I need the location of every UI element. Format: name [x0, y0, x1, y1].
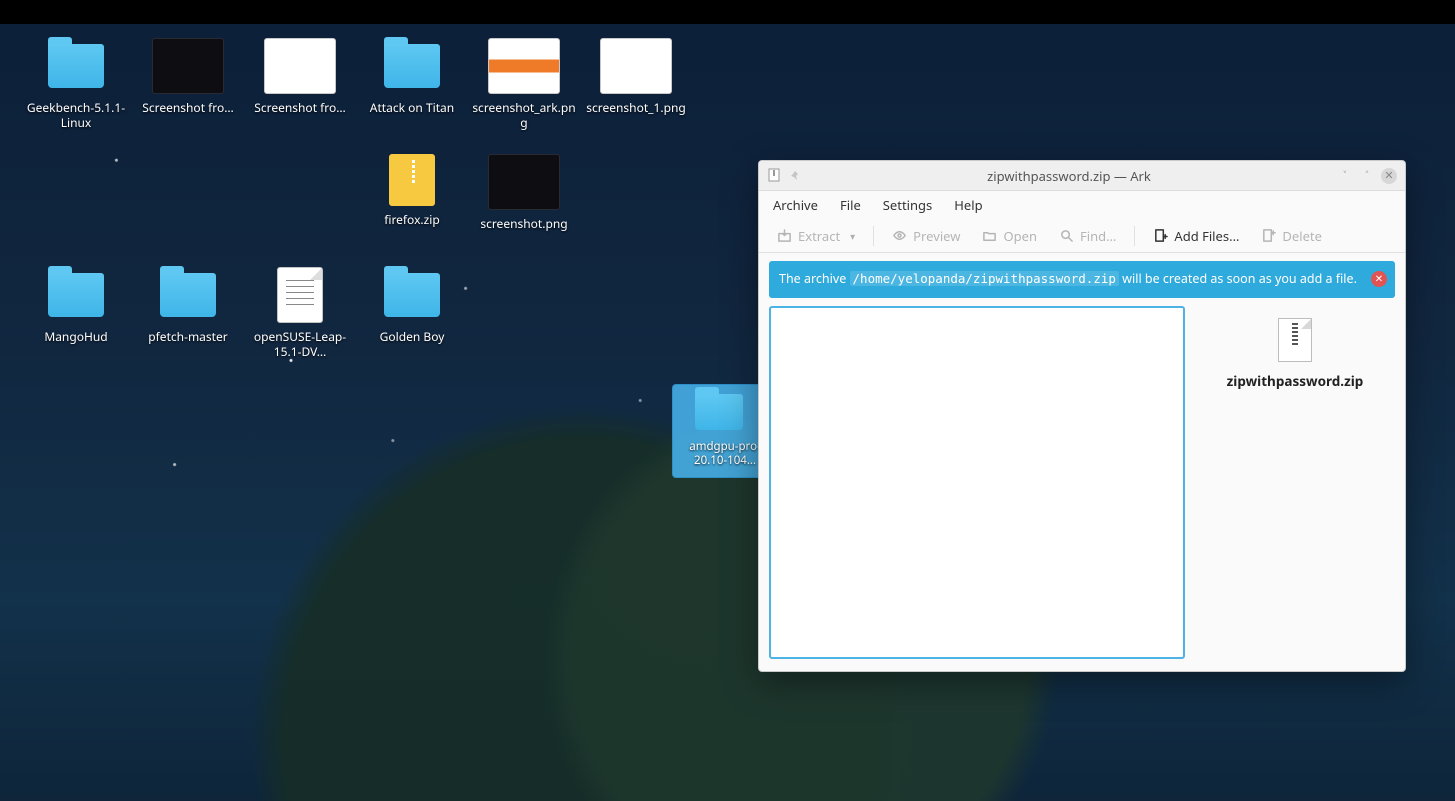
ark-titlebar[interactable]: zipwithpassword.zip — Ark ˅ ˄ ✕ [759, 161, 1405, 191]
folder-icon [376, 267, 448, 323]
info-banner: The archive /home/yelopanda/zipwithpassw… [769, 261, 1395, 298]
folder-icon [152, 267, 224, 323]
archive-content-drop-area[interactable] [769, 306, 1185, 659]
menu-settings[interactable]: Settings [883, 196, 932, 214]
notice-pre: The archive [779, 270, 850, 287]
open-label: Open [1003, 227, 1037, 245]
ark-app-icon [767, 165, 781, 187]
desktop-icon-label: MangoHud [44, 329, 107, 344]
image-thumbnail-icon [600, 38, 672, 94]
archive-info-panel: zipwithpassword.zip [1195, 306, 1395, 659]
image-thumbnail-icon [488, 38, 560, 94]
desktop-icon[interactable]: Screenshot fro… [244, 34, 356, 134]
find-label: Find… [1080, 227, 1116, 245]
desktop-icon-label: Attack on Titan [370, 100, 454, 115]
desktop-icon-label: Golden Boy [380, 329, 445, 344]
desktop-icon[interactable]: MangoHud [20, 263, 132, 363]
separator [873, 226, 874, 246]
menu-help[interactable]: Help [954, 196, 982, 214]
image-thumbnail-icon [152, 38, 224, 94]
folder-icon [376, 38, 448, 94]
desktop-icon-label: Screenshot fro… [142, 100, 234, 115]
desktop-icon[interactable]: openSUSE-Leap-15.1-DV… [244, 263, 356, 363]
zip-icon [389, 154, 435, 206]
desktop-icon-label: Geekbench-5.1.1-Linux [24, 100, 128, 130]
desktop-icon[interactable]: pfetch-master [132, 263, 244, 363]
desktop-icon[interactable]: screenshot_ark.png [468, 34, 580, 134]
desktop-icon[interactable]: screenshot.png [468, 150, 580, 235]
desktop-icon-grid: Geekbench-5.1.1-Linux Screenshot fro… Scre… [20, 34, 692, 363]
ark-menubar: Archive File Settings Help [759, 191, 1405, 219]
ark-window: zipwithpassword.zip — Ark ˅ ˄ ✕ Archive F… [758, 160, 1406, 672]
folder-icon [695, 394, 755, 434]
desktop-icon[interactable]: Golden Boy [356, 263, 468, 363]
desktop-icon-label: screenshot.png [480, 216, 567, 231]
desktop-icon-label: pfetch-master [148, 329, 227, 344]
maximize-button[interactable]: ˄ [1359, 168, 1375, 184]
extract-label: Extract [798, 227, 840, 245]
banner-close-icon[interactable]: ✕ [1371, 271, 1387, 287]
ark-toolbar: Extract ▾ Preview Open Find… Add Files… … [759, 219, 1405, 253]
folder-icon [40, 38, 112, 94]
pin-icon[interactable] [789, 165, 801, 187]
delete-button[interactable]: Delete [1253, 223, 1330, 249]
window-title: zipwithpassword.zip — Ark [801, 167, 1337, 185]
find-button[interactable]: Find… [1051, 223, 1124, 249]
zip-file-icon [1278, 318, 1312, 362]
image-thumbnail-icon [264, 38, 336, 94]
top-panel [0, 0, 1455, 24]
separator [1134, 226, 1135, 246]
ark-body: zipwithpassword.zip [759, 306, 1405, 671]
desktop-icon[interactable]: screenshot_1.png [580, 34, 692, 134]
archive-filename: zipwithpassword.zip [1227, 372, 1364, 390]
desktop-icon-label: Screenshot fro… [254, 100, 346, 115]
notice-post: will be created as soon as you add a fil… [1119, 270, 1357, 287]
minimize-button[interactable]: ˅ [1337, 168, 1353, 184]
menu-archive[interactable]: Archive [773, 196, 818, 214]
folder-icon [40, 267, 112, 323]
document-icon [277, 267, 323, 323]
preview-label: Preview [913, 227, 960, 245]
chevron-down-icon: ▾ [850, 229, 855, 243]
delete-label: Delete [1282, 227, 1322, 245]
desktop-icon[interactable]: Attack on Titan [356, 34, 468, 134]
desktop-icon-label: screenshot_1.png [586, 100, 686, 115]
menu-file[interactable]: File [840, 196, 861, 214]
add-files-button[interactable]: Add Files… [1145, 223, 1247, 249]
close-button[interactable]: ✕ [1381, 168, 1397, 184]
desktop-icon-label: openSUSE-Leap-15.1-DV… [248, 329, 352, 359]
desktop-icon-label: screenshot_ark.png [472, 100, 576, 130]
desktop-icon-label: firefox.zip [384, 212, 440, 227]
image-thumbnail-icon [488, 154, 560, 210]
notice-path: /home/yelopanda/zipwithpassword.zip [850, 271, 1119, 286]
desktop-icon[interactable]: Geekbench-5.1.1-Linux [20, 34, 132, 134]
extract-button[interactable]: Extract ▾ [769, 223, 863, 249]
add-files-label: Add Files… [1174, 227, 1239, 245]
preview-button[interactable]: Preview [884, 223, 968, 249]
desktop-icon[interactable]: Screenshot fro… [132, 34, 244, 134]
desktop-icon[interactable]: firefox.zip [356, 150, 468, 235]
open-button[interactable]: Open [974, 223, 1045, 249]
